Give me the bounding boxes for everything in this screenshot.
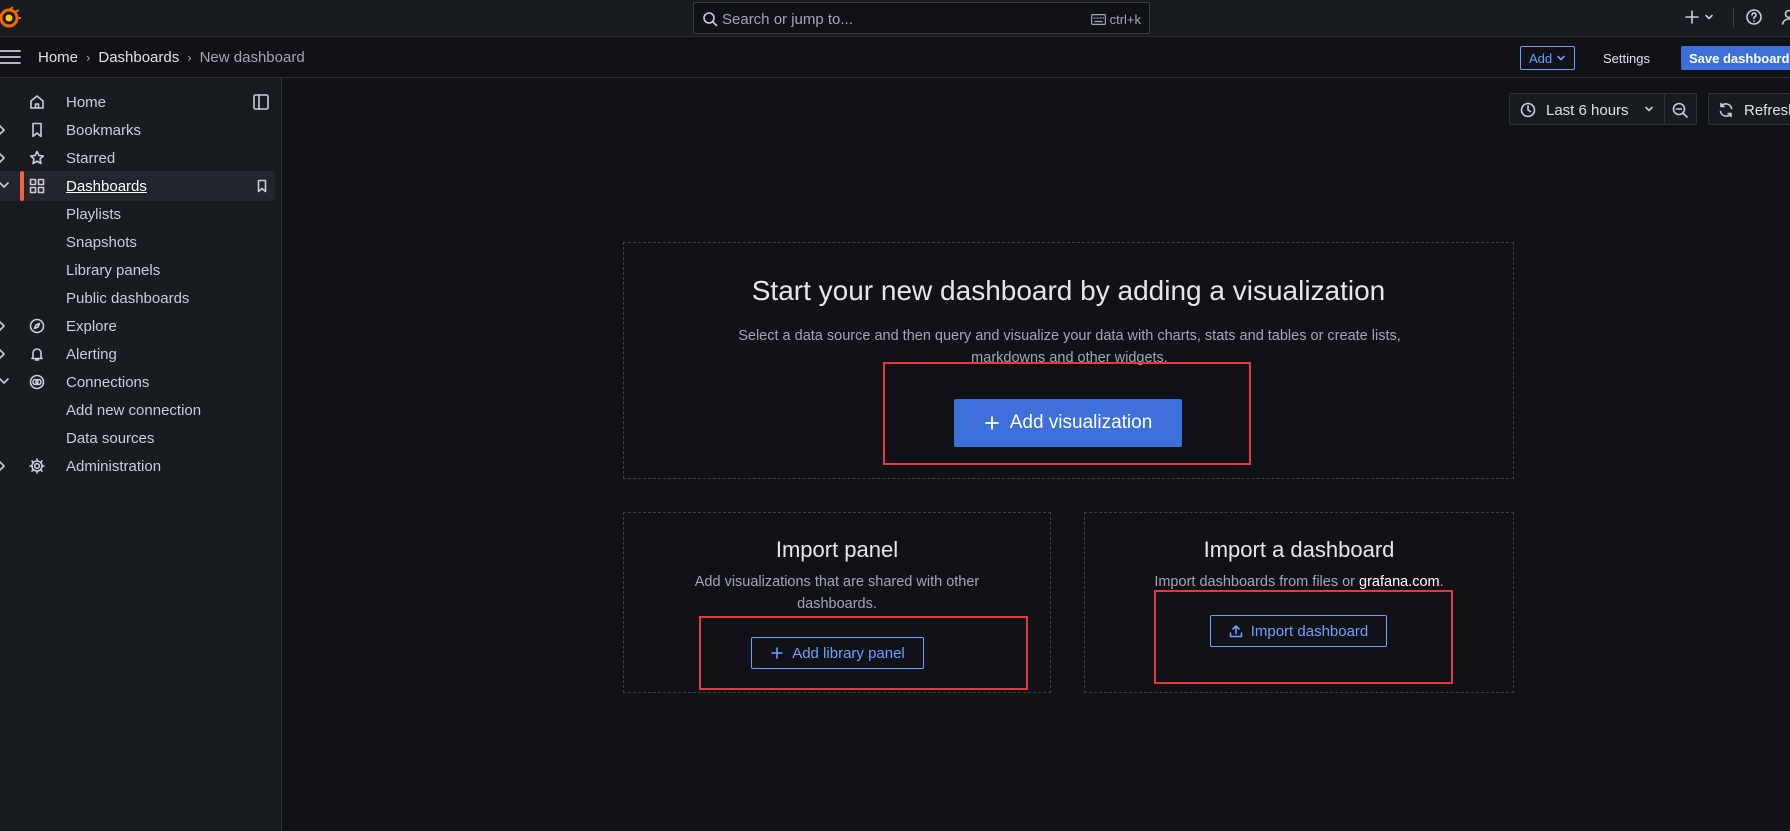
chevron-down-icon xyxy=(1644,104,1654,114)
sidebar-item-public-dashboards[interactable]: Public dashboards xyxy=(0,283,275,313)
import-panel-title: Import panel xyxy=(775,537,899,562)
sidebar-item-label: Playlists xyxy=(66,206,122,223)
save-dashboard-button[interactable]: Save dashboard xyxy=(1681,46,1790,70)
breadcrumb-home[interactable]: Home xyxy=(38,49,78,66)
top-bar: Search or jump to... ctrl+k xyxy=(0,0,1790,37)
sidebar-item-label: Explore xyxy=(66,318,117,335)
bookmark-icon xyxy=(29,122,45,138)
search-placeholder: Search or jump to... xyxy=(722,11,853,28)
star-icon xyxy=(29,150,45,166)
sync-icon xyxy=(1718,102,1734,118)
menu-icon[interactable] xyxy=(0,49,22,65)
add-button[interactable]: Add xyxy=(1520,46,1576,70)
search-shortcut-text: ctrl+k xyxy=(1109,12,1141,27)
time-range-label: Last 6 hours xyxy=(1546,102,1629,119)
settings-button[interactable]: Settings xyxy=(1595,46,1658,70)
import-panel-description: Add visualizations that are shared with … xyxy=(694,574,980,612)
help-icon[interactable] xyxy=(1745,8,1763,26)
sidebar-item-label: Bookmarks xyxy=(66,122,142,139)
sidebar-item-snapshots[interactable]: Snapshots xyxy=(0,227,275,257)
search-input[interactable]: Search or jump to... ctrl+k xyxy=(693,2,1150,34)
sidebar-item-label: Dashboards xyxy=(66,178,147,195)
apps-icon xyxy=(29,178,45,194)
sidebar-item-label: Library panels xyxy=(66,262,161,279)
profile-icon[interactable] xyxy=(1780,8,1790,26)
link-icon xyxy=(29,374,45,390)
zoom-out-icon[interactable] xyxy=(1671,101,1689,119)
chevron-right-icon[interactable] xyxy=(0,460,6,472)
sidebar-item-administration[interactable]: Administration xyxy=(0,451,275,481)
search-shortcut: ctrl+k xyxy=(1090,12,1141,27)
sidebar-item-home[interactable]: Home xyxy=(0,87,275,117)
new-menu-button[interactable] xyxy=(1683,8,1714,26)
sidebar: Home Bookmarks Starred Dashboards Playli… xyxy=(0,78,282,831)
chevron-right-icon[interactable] xyxy=(0,348,6,360)
breadcrumb-dashboards[interactable]: Dashboards xyxy=(98,49,179,66)
sidebar-item-connections[interactable]: Connections xyxy=(0,367,275,397)
refresh-label: Refresh xyxy=(1744,102,1790,119)
time-range-picker[interactable]: Last 6 hours xyxy=(1509,93,1697,125)
bell-icon xyxy=(29,346,45,362)
sidebar-item-label: Connections xyxy=(66,374,150,391)
search-icon xyxy=(702,11,718,27)
sidebar-item-label: Starred xyxy=(66,150,116,167)
sidebar-item-playlists[interactable]: Playlists xyxy=(0,199,275,229)
breadcrumb-separator: › xyxy=(86,50,91,65)
chevron-right-icon[interactable] xyxy=(0,152,6,164)
sidebar-item-library-panels[interactable]: Library panels xyxy=(0,255,275,285)
sidebar-item-label: Home xyxy=(66,94,107,111)
breadcrumb: Home › Dashboards › New dashboard xyxy=(38,49,305,66)
chevron-down-icon xyxy=(1556,53,1566,63)
bookmark-icon[interactable] xyxy=(255,179,269,193)
sidebar-item-data-sources[interactable]: Data sources xyxy=(0,423,275,453)
highlight-box xyxy=(699,616,1028,690)
divider xyxy=(1733,8,1734,28)
empty-state-title: Start your new dashboard by adding a vis… xyxy=(751,275,1386,306)
compass-icon xyxy=(29,318,45,334)
sidebar-item-alerting[interactable]: Alerting xyxy=(0,339,275,369)
sidebar-item-label: Public dashboards xyxy=(66,290,190,307)
breadcrumb-current: New dashboard xyxy=(199,49,305,66)
highlight-box xyxy=(883,362,1251,465)
sidebar-item-starred[interactable]: Starred xyxy=(0,143,275,173)
chevron-right-icon[interactable] xyxy=(0,320,6,332)
sidebar-item-label: Add new connection xyxy=(66,402,202,419)
sidebar-item-dashboards[interactable]: Dashboards xyxy=(0,171,275,201)
breadcrumb-bar: Home › Dashboards › New dashboard Add Se… xyxy=(0,37,1790,78)
divider xyxy=(1664,94,1665,124)
sidebar-item-label: Alerting xyxy=(66,346,117,363)
chevron-down-icon[interactable] xyxy=(0,376,10,386)
grafana-com-link[interactable]: grafana.com xyxy=(1359,574,1440,590)
refresh-button[interactable]: Refresh xyxy=(1708,93,1790,125)
description-suffix: . xyxy=(1439,574,1444,590)
breadcrumb-separator: › xyxy=(187,50,192,65)
chevron-down-icon xyxy=(1704,12,1714,22)
import-dashboard-description-text: Import dashboards from files or xyxy=(1154,574,1355,590)
clock-icon xyxy=(1520,102,1536,118)
plus-icon xyxy=(1683,8,1701,26)
sidebar-item-label: Data sources xyxy=(66,430,155,447)
home-icon xyxy=(29,94,45,110)
highlight-box xyxy=(1154,590,1453,684)
sidebar-item-label: Snapshots xyxy=(66,234,137,251)
sidebar-item-explore[interactable]: Explore xyxy=(0,311,275,341)
sidebar-item-bookmarks[interactable]: Bookmarks xyxy=(0,115,275,145)
grafana-logo[interactable] xyxy=(0,6,22,30)
import-dashboard-title: Import a dashboard xyxy=(1203,537,1395,562)
chevron-down-icon[interactable] xyxy=(0,180,10,190)
cog-icon xyxy=(29,458,45,474)
sidebar-item-label: Administration xyxy=(66,458,162,475)
keyboard-icon xyxy=(1090,14,1106,25)
add-button-label: Add xyxy=(1529,50,1553,66)
sidebar-item-add-new-connection[interactable]: Add new connection xyxy=(0,395,275,425)
active-indicator xyxy=(20,171,24,201)
chevron-right-icon[interactable] xyxy=(0,124,6,136)
